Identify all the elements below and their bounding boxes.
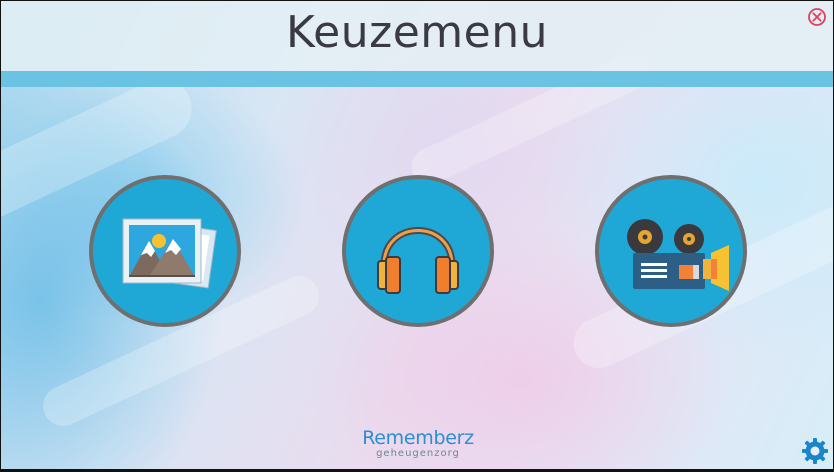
headphones-icon [377,227,459,294]
settings-button[interactable] [801,437,829,465]
brand-logo: Rememberz geheugenzorg [341,427,495,459]
menu-item-video[interactable] [595,175,747,327]
gear-icon [802,438,828,464]
brand-name: Rememberz [362,427,474,449]
page-title: Keuzemenu [286,7,548,58]
film-projector-icon [627,219,729,291]
app-window: Keuzemenu Rememberz geheugenzorg [1,1,833,469]
brand-tagline: geheugenzorg [376,448,460,459]
menu-item-photos[interactable] [89,175,241,327]
photo-gallery-icon [122,218,217,289]
header: Keuzemenu [1,1,833,71]
close-button[interactable] [807,7,827,27]
header-accent-bar [1,71,833,87]
close-icon [808,8,826,26]
menu-item-music[interactable] [342,175,494,327]
